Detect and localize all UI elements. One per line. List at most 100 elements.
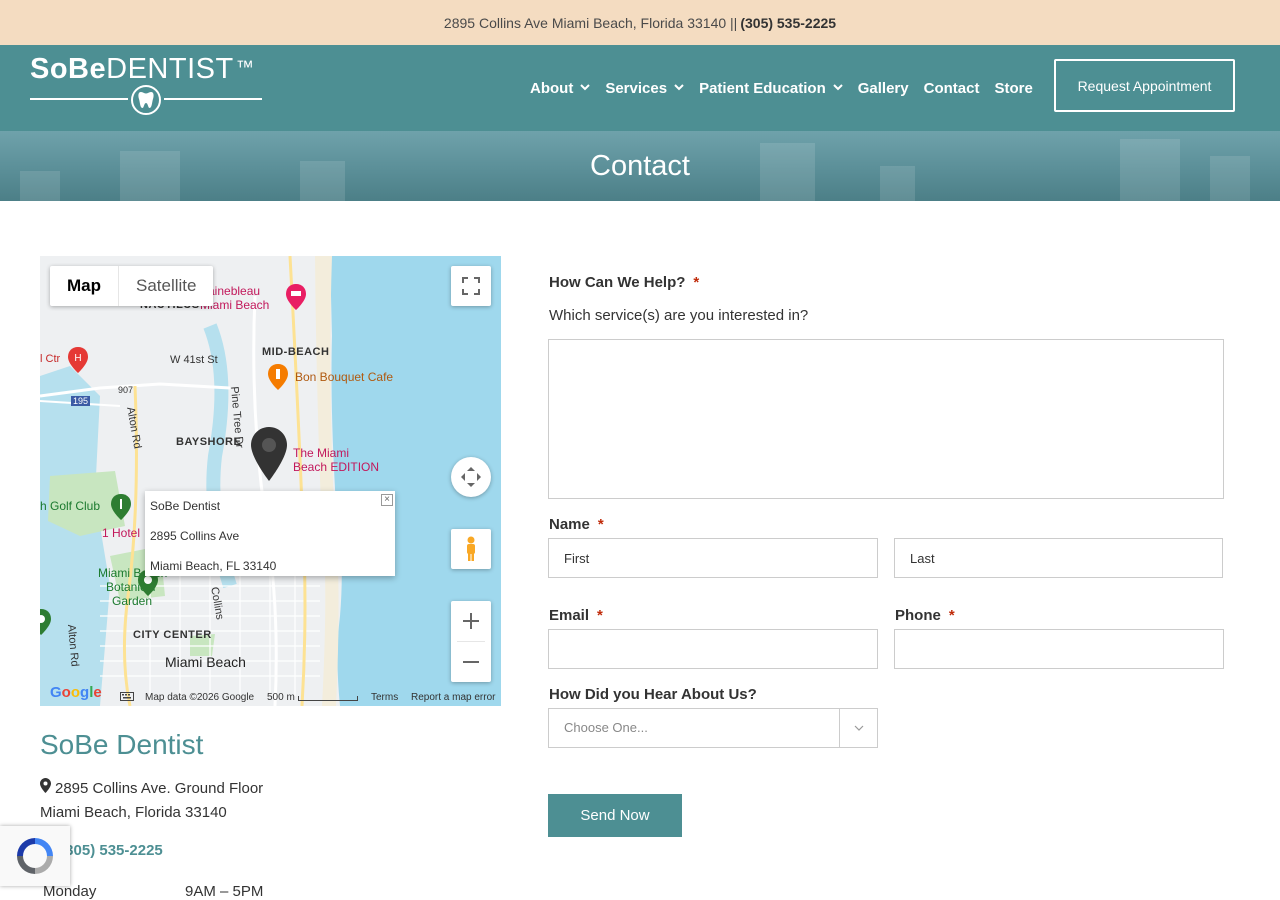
address-line-1: 2895 Collins Ave. Ground Floor: [55, 780, 264, 797]
golf-pin-icon[interactable]: [110, 493, 132, 521]
map-label-ctr: l Ctr: [40, 353, 61, 365]
map-label-edition: The Miami: [293, 446, 350, 460]
map-label-w41st: W 41st St: [170, 354, 218, 366]
chevron-down-icon: [674, 83, 684, 94]
email-input[interactable]: [548, 629, 878, 669]
nav-services-label: Services: [605, 79, 668, 97]
map-type-satellite-button[interactable]: Satellite: [118, 266, 213, 306]
fullscreen-icon: [462, 277, 480, 295]
email-label: Email *: [549, 607, 603, 624]
zoom-out-button[interactable]: [451, 642, 491, 682]
map-label-bon-bouquet: Bon Bouquet Cafe: [295, 370, 394, 384]
move-arrows-icon: [461, 467, 481, 487]
plus-icon: [463, 613, 479, 629]
phone-input[interactable]: [894, 629, 1224, 669]
name-label: Name *: [549, 516, 604, 533]
map-label-miami-beach: Miami Beach: [165, 654, 246, 670]
location-marker-icon[interactable]: [250, 426, 288, 482]
required-mark: *: [693, 274, 700, 291]
street-view-button[interactable]: [451, 529, 491, 569]
map-info-window: SoBe Dentist 2895 Collins Ave Miami Beac…: [145, 491, 395, 576]
map-label-i195: 195: [71, 396, 91, 406]
nav-patient-education-label: Patient Education: [699, 79, 826, 97]
map-scale-bar: [298, 696, 358, 701]
phone-number: (305) 535-2225: [60, 842, 163, 859]
chevron-down-icon: [580, 83, 591, 94]
last-name-input[interactable]: Last: [894, 538, 1223, 578]
close-icon[interactable]: ×: [381, 494, 393, 506]
info-name: SoBe Dentist: [150, 499, 221, 513]
tooth-icon: [131, 85, 161, 115]
camera-control-button[interactable]: [451, 457, 491, 497]
minus-icon: [463, 661, 479, 663]
clinic-address: 2895 Collins Ave. Ground Floor Miami Bea…: [40, 777, 263, 825]
services-textarea[interactable]: [548, 339, 1224, 499]
send-now-button[interactable]: Send Now: [548, 794, 682, 837]
zoom-in-button[interactable]: [451, 601, 491, 641]
map-label-edition-2: Beach EDITION: [293, 460, 380, 474]
keyboard-icon[interactable]: [120, 690, 134, 705]
hotel-pin-icon[interactable]: [285, 283, 307, 311]
hours-time-monday: 9AM – 5PM: [185, 883, 264, 900]
logo-wordmark: SoBeDENTIST ™: [30, 54, 264, 84]
help-label: How Can We Help? *: [549, 274, 699, 291]
help-label-text: How Can We Help?: [549, 274, 686, 291]
hear-about-selected: Choose One...: [564, 720, 648, 735]
name-label-text: Name: [549, 516, 590, 533]
phone-label: Phone *: [895, 607, 955, 624]
top-contact-bar: 2895 Collins Ave Miami Beach, Florida 33…: [0, 0, 1280, 45]
map-label-bayshore: BAYSHORE: [176, 436, 242, 448]
park-pin-icon[interactable]: [40, 608, 52, 636]
chevron-down-icon: [839, 709, 877, 747]
topbar-phone-link[interactable]: (305) 535-2225: [740, 15, 836, 31]
map-label-golf-club: h Golf Club: [40, 499, 101, 513]
nav-store[interactable]: Store: [994, 80, 1032, 97]
google-map[interactable]: ntainebleau Miami Beach NAUTILUS W 41st …: [40, 256, 501, 706]
request-appointment-button[interactable]: Request Appointment: [1054, 59, 1235, 112]
nav-gallery-label: Gallery: [857, 79, 909, 97]
address-line-2: Miami Beach, Florida 33140: [40, 804, 227, 821]
logo-light-text: DENTIST: [106, 53, 234, 85]
nav-about-label: About: [530, 79, 574, 97]
nav-services[interactable]: Services: [605, 80, 684, 97]
required-mark: *: [597, 516, 604, 533]
page-hero: Contact: [0, 131, 1280, 201]
main-nav: About Services Patient Education Gallery…: [530, 45, 1048, 131]
nav-gallery[interactable]: Gallery: [858, 80, 909, 97]
hospital-pin-icon[interactable]: H: [67, 346, 89, 374]
map-label-1-hotel: 1 Hotel: [102, 526, 141, 540]
first-name-input[interactable]: First: [548, 538, 878, 578]
site-header: SoBeDENTIST ™ About Services Patient Educ…: [0, 45, 1280, 131]
map-terms-link[interactable]: Terms: [371, 692, 398, 703]
logo-bold-text: SoBe: [30, 53, 107, 85]
svg-text:H: H: [74, 353, 81, 364]
recaptcha-icon: [17, 838, 53, 874]
restaurant-pin-icon[interactable]: [267, 363, 289, 391]
hear-about-label: How Did you Hear About Us?: [549, 686, 757, 703]
map-marker-icon: [40, 777, 51, 801]
topbar-address: 2895 Collins Ave Miami Beach, Florida 33…: [443, 14, 738, 31]
phone-label-text: Phone: [895, 607, 941, 624]
nav-contact[interactable]: Contact: [924, 80, 980, 97]
map-scale-label[interactable]: 500 m: [267, 692, 295, 703]
site-logo[interactable]: SoBeDENTIST ™: [30, 54, 264, 122]
zoom-control: [451, 601, 491, 682]
hear-about-select[interactable]: Choose One...: [548, 708, 878, 748]
required-mark: *: [948, 607, 955, 624]
fullscreen-button[interactable]: [451, 266, 491, 306]
map-type-map-button[interactable]: Map: [50, 266, 118, 306]
chevron-down-icon: [833, 83, 843, 94]
nav-patient-education[interactable]: Patient Education: [699, 80, 843, 97]
map-footer: Map data ©2026 Google 500 m Terms Report…: [40, 690, 501, 706]
map-report-link[interactable]: Report a map error: [411, 692, 495, 703]
logo-line-left: [30, 98, 128, 100]
nav-about[interactable]: About: [530, 79, 591, 97]
pegman-icon: [467, 536, 475, 561]
recaptcha-badge[interactable]: [0, 826, 70, 886]
email-label-text: Email: [549, 607, 590, 624]
required-mark: *: [597, 607, 603, 624]
map-label-mid-beach: MID-BEACH: [262, 346, 330, 358]
logo-tm: ™: [235, 57, 255, 77]
map-label-city-center: CITY CENTER: [133, 629, 212, 641]
help-description: Which service(s) are you interested in?: [549, 307, 809, 324]
